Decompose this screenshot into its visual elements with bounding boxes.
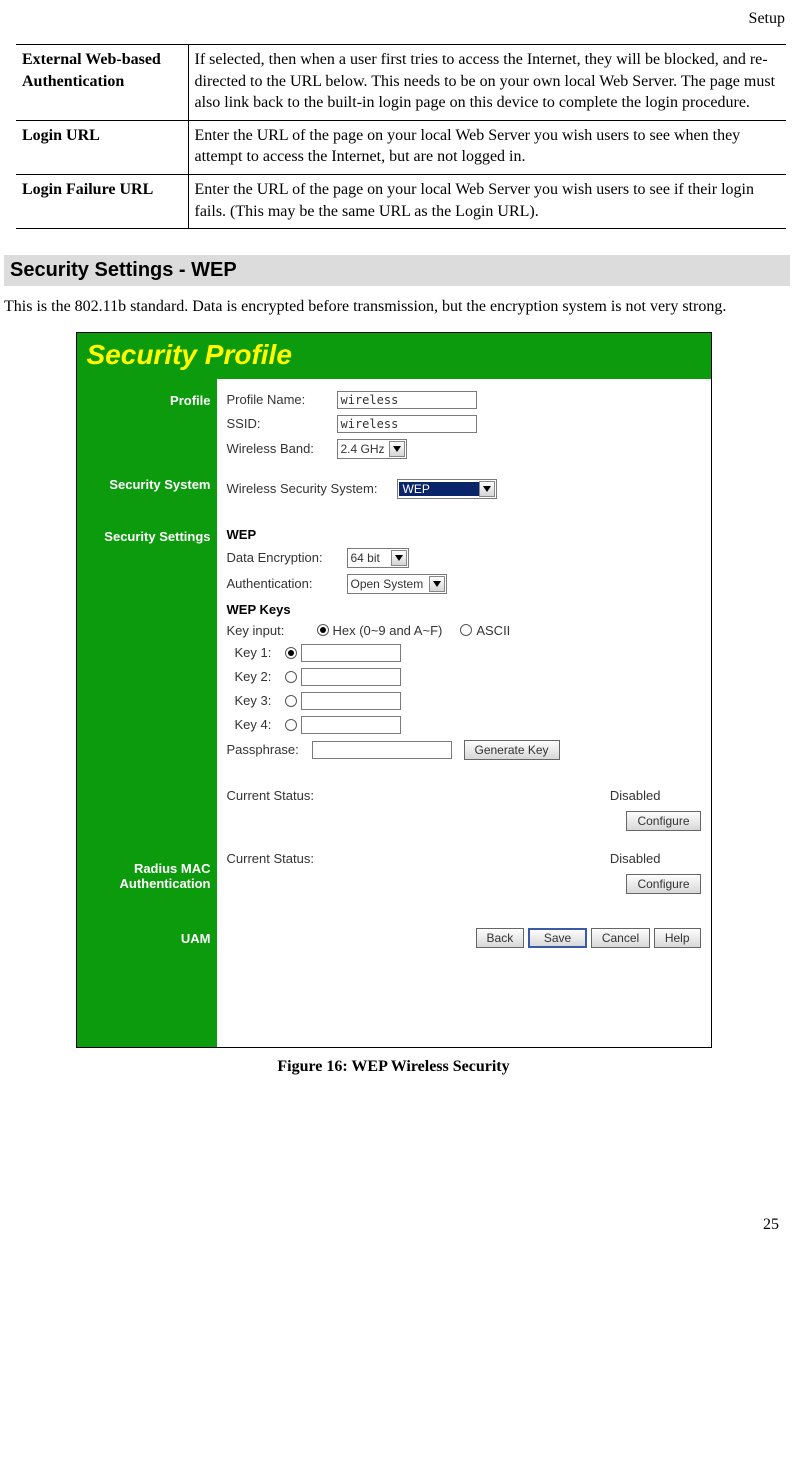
profile-name-input[interactable]: wireless bbox=[337, 391, 477, 409]
chevron-down-icon bbox=[389, 441, 405, 457]
enc-select[interactable]: 64 bit bbox=[347, 548, 409, 568]
key1-radio[interactable] bbox=[285, 647, 297, 659]
cancel-button[interactable]: Cancel bbox=[591, 928, 650, 948]
chevron-down-icon bbox=[479, 481, 495, 497]
secsys-label: Wireless Security System: bbox=[227, 481, 397, 496]
sidebar-label-uam: UAM bbox=[81, 931, 211, 951]
key4-input[interactable] bbox=[301, 716, 401, 734]
enc-select-value: 64 bit bbox=[349, 551, 391, 565]
key2-input[interactable] bbox=[301, 668, 401, 686]
uam-status-label: Current Status: bbox=[227, 851, 417, 866]
page-header-section: Setup bbox=[2, 10, 785, 28]
figure-caption: Figure 16: WEP Wireless Security bbox=[2, 1058, 785, 1076]
definition-table: External Web-based Authentication If sel… bbox=[16, 44, 786, 229]
page-number: 25 bbox=[2, 1216, 785, 1234]
save-button[interactable]: Save bbox=[528, 928, 587, 948]
figure-title: Security Profile bbox=[77, 333, 711, 379]
key1-input[interactable] bbox=[301, 644, 401, 662]
ssid-label: SSID: bbox=[227, 416, 337, 431]
band-select[interactable]: 2.4 GHz bbox=[337, 439, 407, 459]
enc-label: Data Encryption: bbox=[227, 550, 347, 565]
keyinput-label: Key input: bbox=[227, 623, 317, 638]
passphrase-label: Passphrase: bbox=[227, 742, 312, 757]
key1-label: Key 1: bbox=[235, 645, 285, 660]
profile-name-label: Profile Name: bbox=[227, 392, 337, 407]
wep-heading: WEP bbox=[227, 527, 701, 542]
help-button[interactable]: Help bbox=[654, 928, 701, 948]
secsys-select-value: WEP bbox=[399, 482, 479, 496]
term-cell: Login Failure URL bbox=[16, 174, 188, 228]
uam-status-value: Disabled bbox=[417, 851, 701, 866]
term-cell: Login URL bbox=[16, 120, 188, 174]
key2-radio[interactable] bbox=[285, 671, 297, 683]
desc-cell: Enter the URL of the page on your local … bbox=[188, 174, 786, 228]
radius-status-label: Current Status: bbox=[227, 788, 417, 803]
sidebar-label-security-settings: Security Settings bbox=[81, 529, 211, 549]
key2-label: Key 2: bbox=[235, 669, 285, 684]
auth-label: Authentication: bbox=[227, 576, 347, 591]
figure-security-profile: Security Profile Profile Security System… bbox=[76, 332, 712, 1048]
band-label: Wireless Band: bbox=[227, 441, 337, 456]
generate-key-button[interactable]: Generate Key bbox=[464, 740, 560, 760]
section-body: This is the 802.11b standard. Data is en… bbox=[4, 296, 790, 318]
wepkeys-heading: WEP Keys bbox=[227, 602, 701, 617]
keyinput-ascii-radio[interactable] bbox=[460, 624, 472, 636]
radius-configure-button[interactable]: Configure bbox=[626, 811, 700, 831]
sidebar-label-security-system: Security System bbox=[81, 477, 211, 497]
figure-main: Profile Name: wireless SSID: wireless Wi… bbox=[217, 379, 711, 1047]
keyinput-hex-label: Hex (0~9 and A~F) bbox=[333, 623, 443, 638]
desc-cell: If selected, then when a user first trie… bbox=[188, 45, 786, 121]
key4-radio[interactable] bbox=[285, 719, 297, 731]
key3-input[interactable] bbox=[301, 692, 401, 710]
key3-label: Key 3: bbox=[235, 693, 285, 708]
figure-sidebar: Profile Security System Security Setting… bbox=[77, 379, 217, 1047]
table-row: Login Failure URL Enter the URL of the p… bbox=[16, 174, 786, 228]
passphrase-input[interactable] bbox=[312, 741, 452, 759]
section-heading: Security Settings - WEP bbox=[4, 255, 790, 286]
ssid-input[interactable]: wireless bbox=[337, 415, 477, 433]
uam-configure-button[interactable]: Configure bbox=[626, 874, 700, 894]
band-select-value: 2.4 GHz bbox=[339, 442, 389, 456]
auth-select[interactable]: Open System bbox=[347, 574, 447, 594]
keyinput-hex-radio[interactable] bbox=[317, 624, 329, 636]
back-button[interactable]: Back bbox=[476, 928, 525, 948]
desc-cell: Enter the URL of the page on your local … bbox=[188, 120, 786, 174]
sidebar-label-radius: Radius MAC Authentication bbox=[81, 861, 211, 891]
table-row: Login URL Enter the URL of the page on y… bbox=[16, 120, 786, 174]
term-cell: External Web-based Authentication bbox=[16, 45, 188, 121]
chevron-down-icon bbox=[429, 576, 445, 592]
radius-status-value: Disabled bbox=[417, 788, 701, 803]
secsys-select[interactable]: WEP bbox=[397, 479, 497, 499]
keyinput-ascii-label: ASCII bbox=[476, 623, 510, 638]
auth-select-value: Open System bbox=[349, 577, 429, 591]
key3-radio[interactable] bbox=[285, 695, 297, 707]
sidebar-label-profile: Profile bbox=[81, 393, 211, 413]
key4-label: Key 4: bbox=[235, 717, 285, 732]
table-row: External Web-based Authentication If sel… bbox=[16, 45, 786, 121]
chevron-down-icon bbox=[391, 550, 407, 566]
